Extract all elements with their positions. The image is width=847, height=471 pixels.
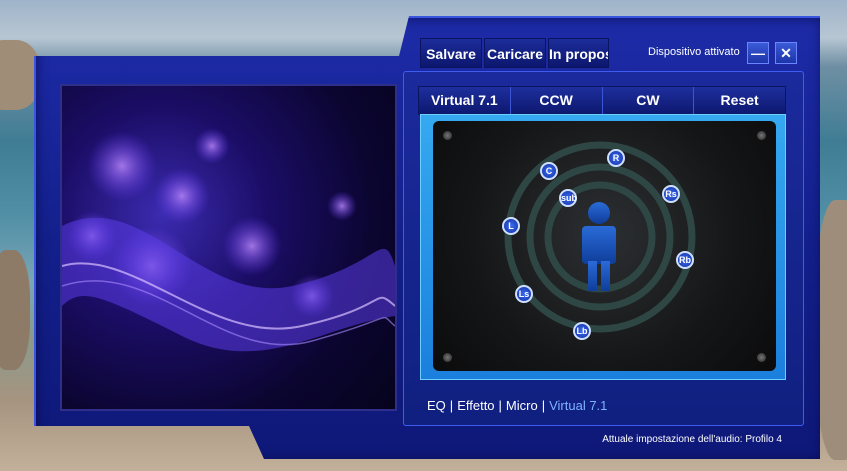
speaker-stage: R C sub Rs L Rb Ls Lb	[433, 121, 776, 371]
close-button[interactable]: ✕	[775, 42, 797, 64]
minimize-button[interactable]: —	[747, 42, 769, 64]
nav-micro[interactable]: Micro	[506, 398, 538, 413]
speaker-lb[interactable]: Lb	[573, 322, 591, 340]
tab-virtual-71[interactable]: Virtual 7.1	[419, 87, 511, 114]
minimize-icon: —	[751, 45, 765, 61]
surround-controls-tabs: Virtual 7.1 CCW CW Reset	[418, 86, 786, 115]
speaker-rb[interactable]: Rb	[676, 251, 694, 269]
nav-effetto[interactable]: Effetto	[457, 398, 494, 413]
speaker-ls[interactable]: Ls	[515, 285, 533, 303]
bottom-nav: EQ | Effetto | Micro | Virtual 7.1	[427, 398, 607, 413]
reset-button[interactable]: Reset	[694, 87, 785, 114]
nav-virtual-71[interactable]: Virtual 7.1	[549, 398, 607, 413]
speaker-l[interactable]: L	[502, 217, 520, 235]
close-icon: ✕	[780, 45, 792, 61]
save-button[interactable]: Salvare	[420, 38, 482, 68]
nav-eq[interactable]: EQ	[427, 398, 446, 413]
device-status: Dispositivo attivato	[648, 46, 740, 58]
rotate-cw-button[interactable]: CW	[602, 87, 695, 114]
speaker-sub[interactable]: sub	[559, 189, 577, 207]
background-rock	[0, 250, 30, 370]
abstract-wave-art	[62, 128, 395, 352]
nav-separator: |	[498, 398, 502, 413]
speaker-r[interactable]: R	[607, 149, 625, 167]
listener-icon	[582, 202, 616, 291]
nav-separator: |	[541, 398, 546, 413]
nav-separator: |	[449, 398, 454, 413]
about-button[interactable]: In proposito	[548, 38, 609, 68]
speaker-c[interactable]: C	[540, 162, 558, 180]
load-button[interactable]: Caricare	[484, 38, 546, 68]
status-text: Attuale impostazione dell'audio: Profilo…	[602, 434, 782, 445]
speaker-rs[interactable]: Rs	[662, 185, 680, 203]
rotate-ccw-button[interactable]: CCW	[510, 87, 603, 114]
decorative-artwork	[60, 84, 397, 411]
